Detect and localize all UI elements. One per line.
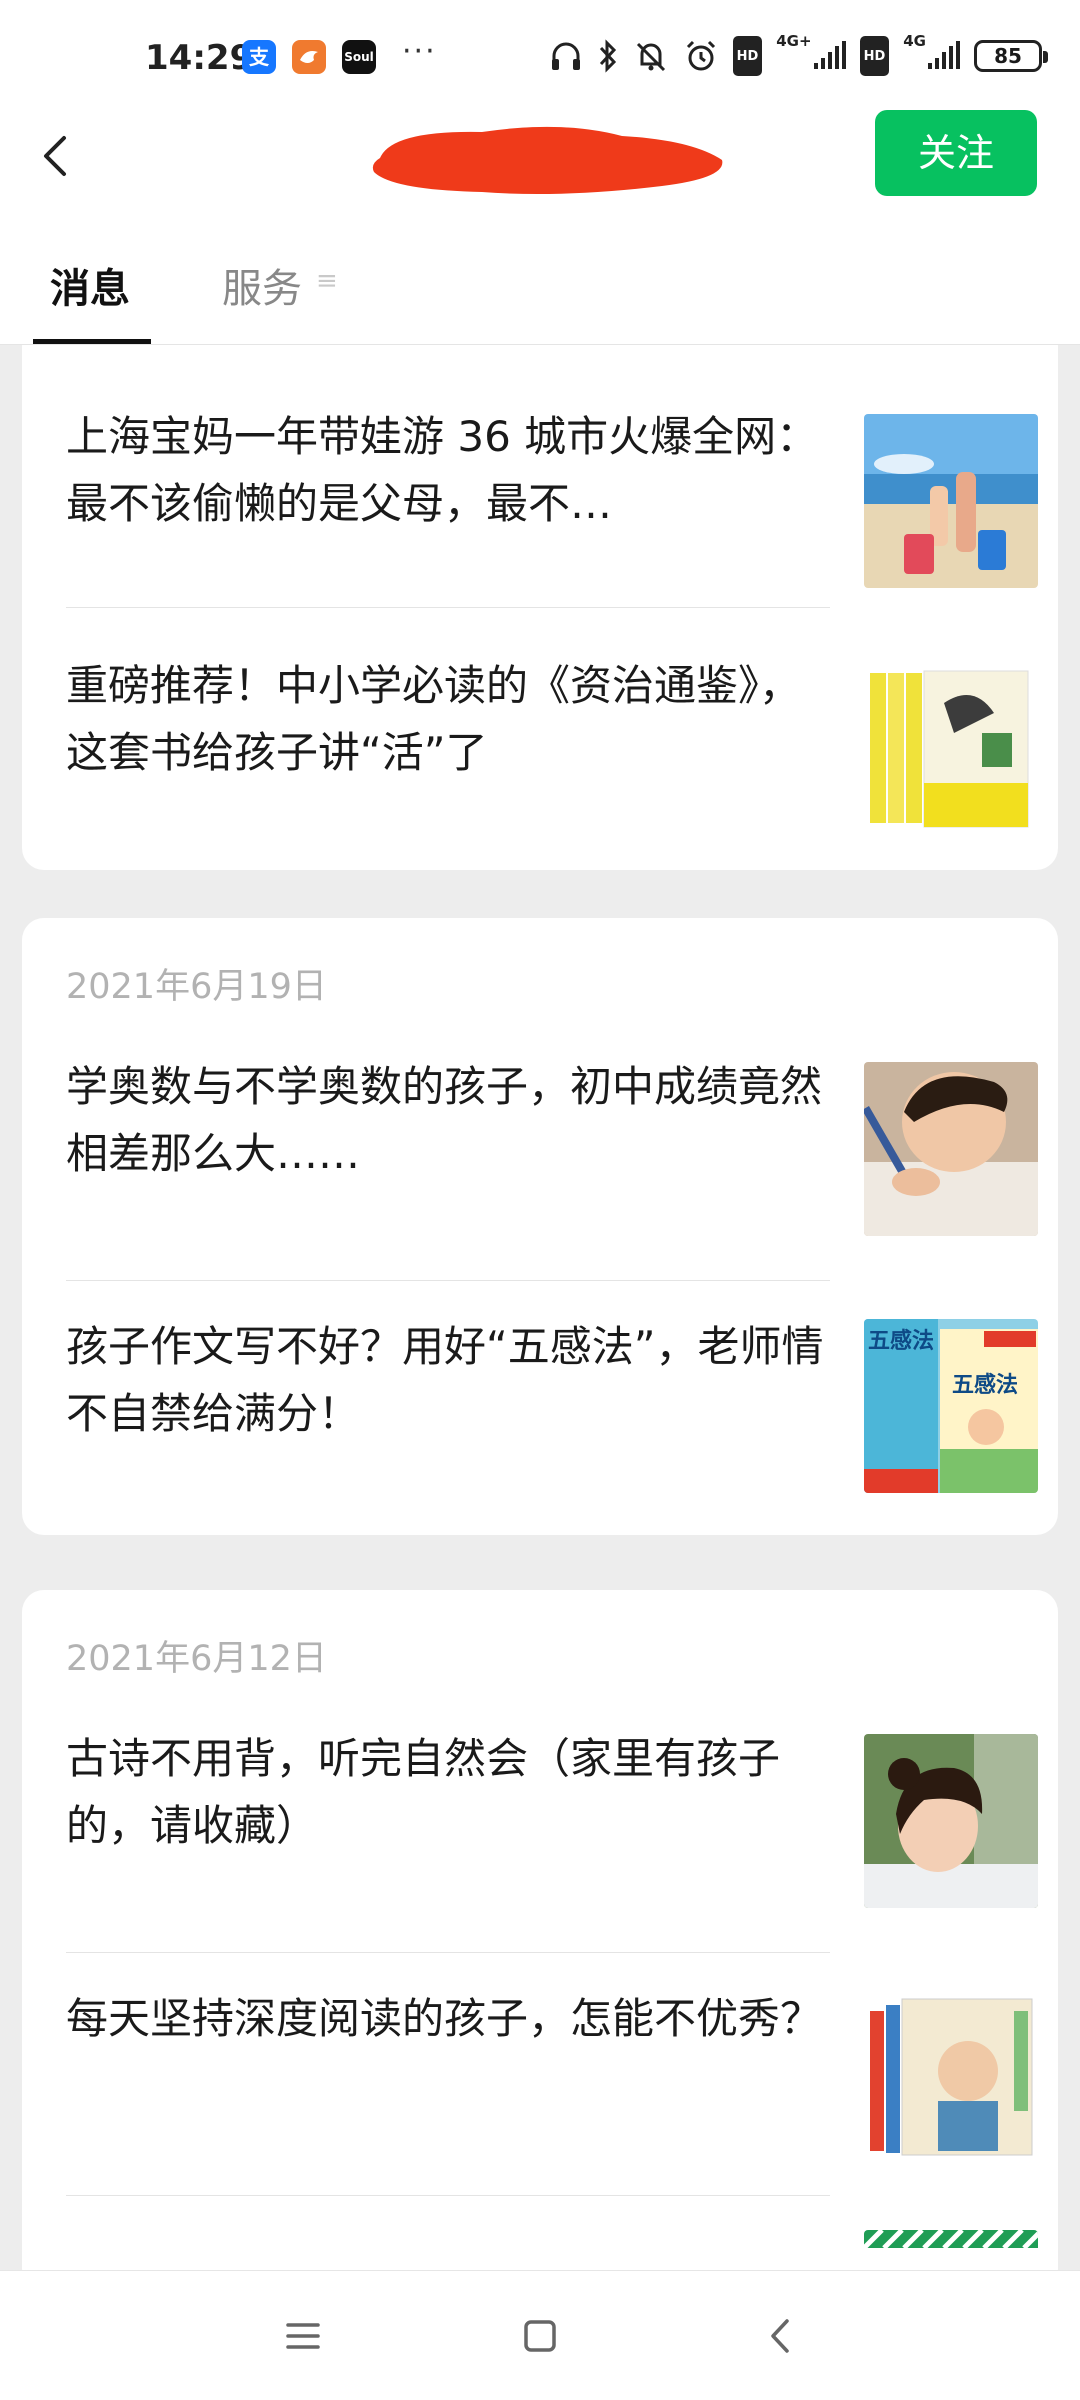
divider bbox=[66, 2195, 830, 2196]
book-cover-title-2: 五感法 bbox=[952, 1373, 1019, 1398]
article-thumbnail-books bbox=[864, 663, 1038, 837]
tab-active-indicator bbox=[33, 339, 151, 344]
bird-app-icon bbox=[292, 40, 326, 74]
message-date: 2021年6月19日 bbox=[66, 967, 327, 1007]
article-item[interactable]: 上海宝妈一年带娃游 36 城市火爆全网：最不该偷懒的是父母，最不… bbox=[66, 378, 1038, 608]
home-icon bbox=[524, 2320, 556, 2352]
article-thumbnail-book-cover: 五感法 五感法 bbox=[864, 1319, 1038, 1493]
back-button[interactable] bbox=[26, 120, 86, 190]
tab-services[interactable]: 服务 bbox=[222, 256, 302, 314]
alarm-icon bbox=[683, 36, 719, 76]
article-thumbnail-child-writing bbox=[864, 1062, 1038, 1236]
message-card: 上海宝妈一年带娃游 36 城市火爆全网：最不该偷懒的是父母，最不… 重磅推荐！中… bbox=[22, 345, 1058, 870]
article-title: 每天坚持深度阅读的孩子，怎能不优秀？ bbox=[66, 1994, 823, 2043]
mute-bell-icon bbox=[633, 36, 669, 76]
system-back-button[interactable] bbox=[745, 2301, 815, 2371]
status-indicators: HD 4G+ HD 4G 85 bbox=[549, 32, 1048, 76]
article-item[interactable]: 重磅推荐！中小学必读的《资治通鉴》，这套书给孩子讲“活”了 bbox=[66, 608, 1038, 848]
account-name-redacted bbox=[362, 120, 732, 200]
home-button[interactable] bbox=[505, 2301, 575, 2371]
more-notifications-icon: ··· bbox=[402, 34, 437, 69]
chevron-left-icon bbox=[44, 136, 66, 176]
article-item[interactable]: 每天坚持深度阅读的孩子，怎能不优秀？ bbox=[66, 1953, 1038, 2193]
tab-messages[interactable]: 消息 bbox=[50, 256, 130, 314]
article-item[interactable]: 古诗不用背，听完自然会（家里有孩子的，请收藏） bbox=[66, 1710, 1038, 1950]
header: 关注 bbox=[0, 110, 1080, 200]
article-title: 重磅推荐！中小学必读的《资治通鉴》，这套书给孩子讲“活”了 bbox=[66, 661, 802, 777]
services-menu-icon[interactable]: ≡ bbox=[316, 266, 338, 296]
signal-icon-2: 4G bbox=[903, 32, 960, 76]
article-thumbnail-girl bbox=[864, 1734, 1038, 1908]
book-cover-title: 五感法 bbox=[868, 1329, 935, 1354]
article-item[interactable]: 孩子作文写不好？用好“五感法”，老师情不自禁给满分！ 五感法 五感法 bbox=[66, 1281, 1038, 1521]
article-title: 古诗不用背，听完自然会（家里有孩子的，请收藏） bbox=[66, 1734, 781, 1850]
follow-button[interactable]: 关注 bbox=[875, 110, 1037, 196]
status-time: 14:29 bbox=[145, 38, 254, 78]
message-card: 2021年6月19日 学奥数与不学奥数的孩子，初中成绩竟然相差那么大…… 孩子作… bbox=[22, 918, 1058, 1535]
headphones-icon bbox=[549, 36, 583, 76]
article-title: 上海宝妈一年带娃游 36 城市火爆全网：最不该偷懒的是父母，最不… bbox=[66, 412, 819, 528]
network-type-2: 4G bbox=[903, 32, 926, 50]
hd-badge-2: HD bbox=[859, 36, 890, 76]
battery-indicator: 85 bbox=[974, 40, 1048, 72]
article-thumbnail-partial bbox=[864, 2230, 1038, 2270]
bluetooth-icon bbox=[597, 36, 619, 76]
recent-apps-button[interactable] bbox=[268, 2301, 338, 2371]
status-bar: 14:29 支 Soul ··· HD 4G+ HD 4G 85 bbox=[0, 0, 1080, 110]
message-feed[interactable]: 上海宝妈一年带娃游 36 城市火爆全网：最不该偷懒的是父母，最不… 重磅推荐！中… bbox=[0, 345, 1080, 2270]
message-date: 2021年6月12日 bbox=[66, 1639, 327, 1679]
signal-icon-1: 4G+ bbox=[776, 32, 846, 76]
article-title: 学奥数与不学奥数的孩子，初中成绩竟然相差那么大…… bbox=[66, 1062, 823, 1178]
article-thumbnail-beach bbox=[864, 414, 1038, 588]
back-icon bbox=[771, 2319, 789, 2353]
article-item[interactable]: 学奥数与不学奥数的孩子，初中成绩竟然相差那么大…… bbox=[66, 1038, 1038, 1278]
hd-badge: HD bbox=[732, 36, 763, 76]
system-nav-bar bbox=[0, 2270, 1080, 2400]
article-title: 孩子作文写不好？用好“五感法”，老师情不自禁给满分！ bbox=[66, 1322, 824, 1438]
tab-bar: 消息 服务 ≡ bbox=[0, 200, 1080, 345]
article-thumbnail-book-set bbox=[864, 1991, 1038, 2165]
message-card: 2021年6月12日 古诗不用背，听完自然会（家里有孩子的，请收藏） 每天坚持深… bbox=[22, 1590, 1058, 2270]
menu-icon bbox=[286, 2323, 320, 2349]
alipay-icon: 支 bbox=[242, 40, 276, 74]
network-type-1: 4G+ bbox=[776, 32, 812, 50]
soul-app-icon: Soul bbox=[342, 40, 376, 74]
